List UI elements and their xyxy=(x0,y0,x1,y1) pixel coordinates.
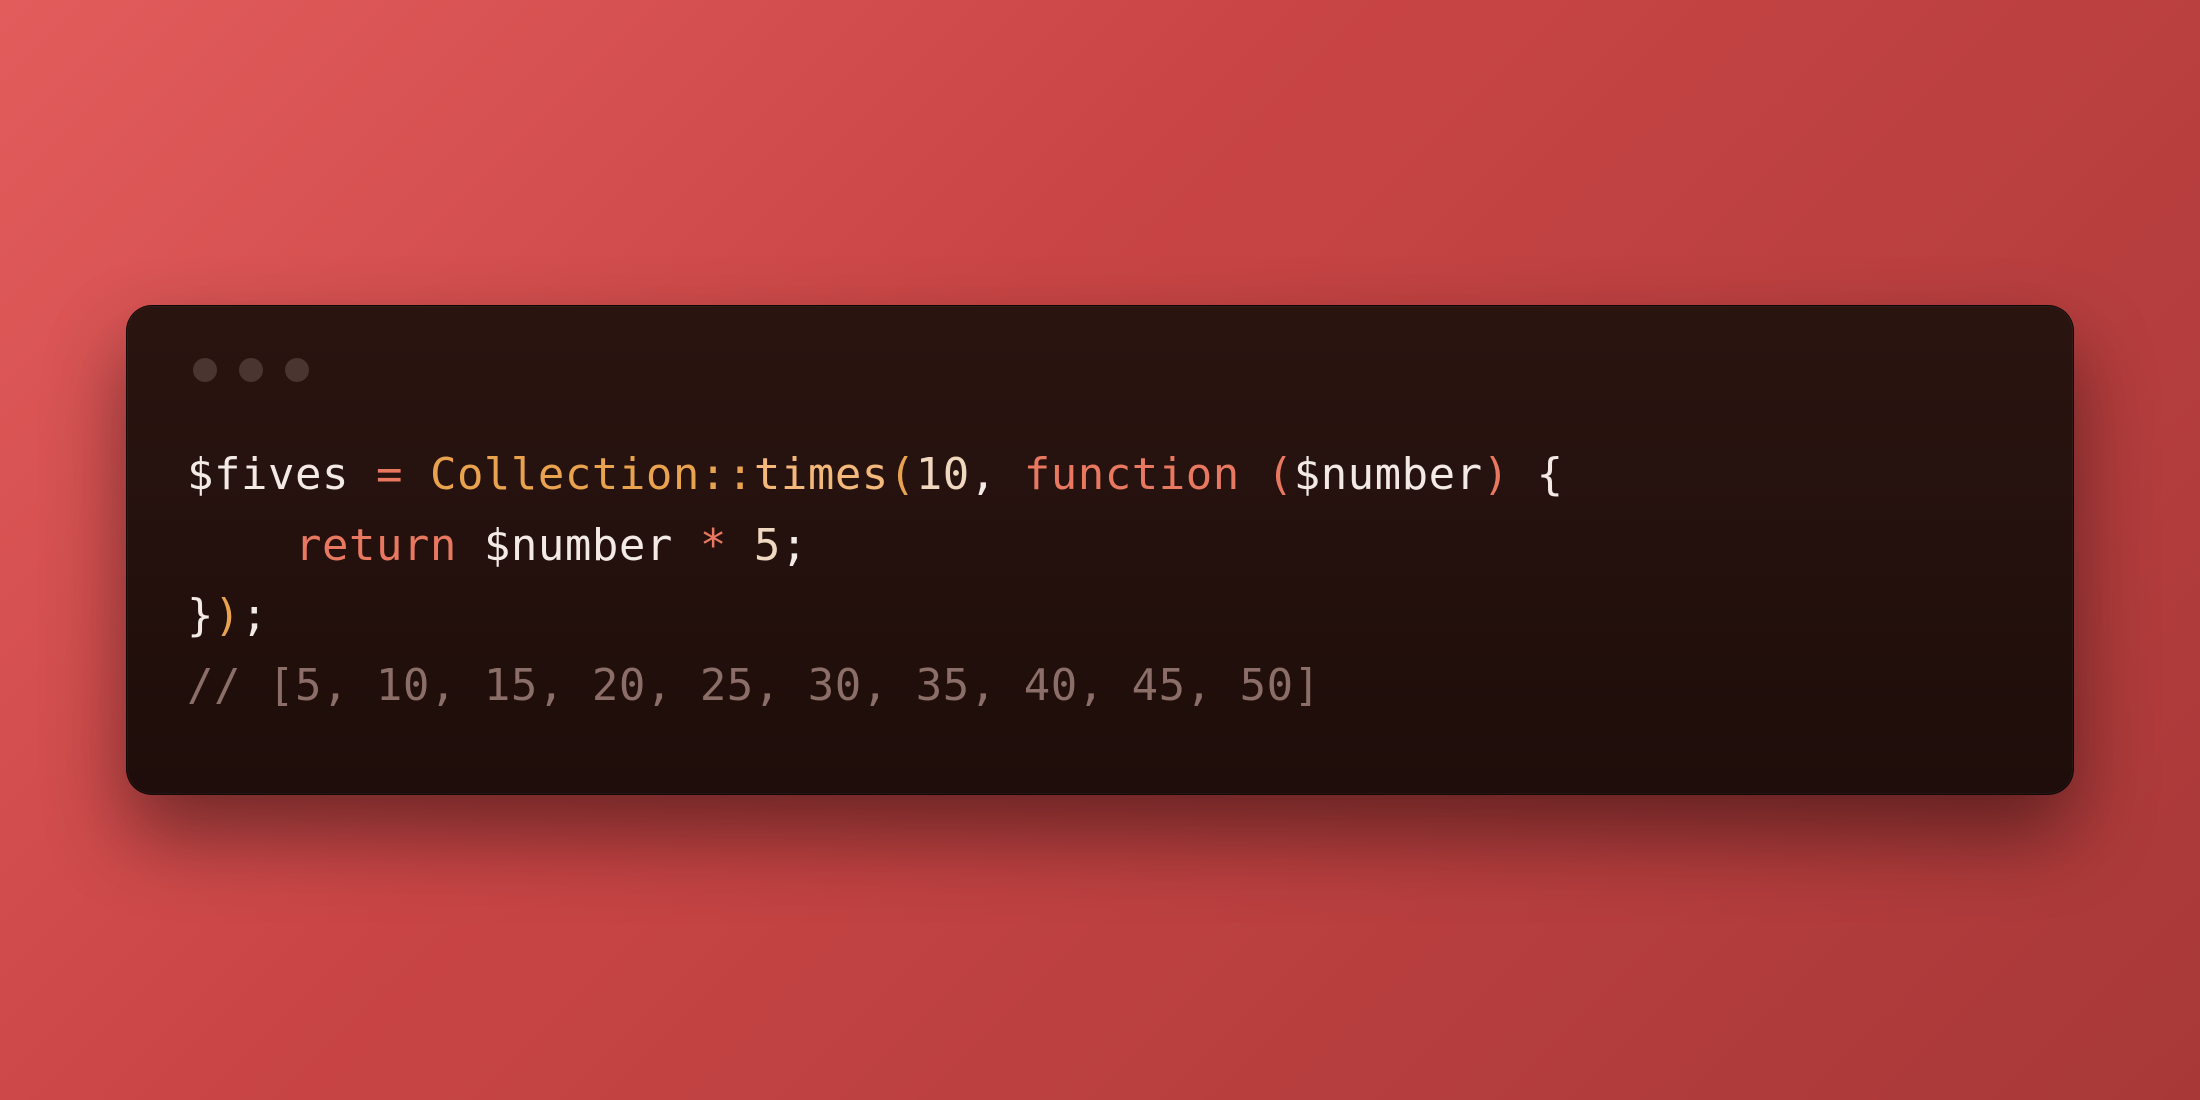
code-block: $fives = Collection::times(10, function … xyxy=(187,440,2013,722)
close-paren-inner: ) xyxy=(1483,449,1510,500)
open-paren: ( xyxy=(889,449,916,500)
double-colon: :: xyxy=(700,449,754,500)
literal-10: 10 xyxy=(916,449,970,500)
traffic-lights xyxy=(187,358,2013,382)
open-brace: { xyxy=(1537,449,1564,500)
variable-number: $number xyxy=(484,520,673,571)
keyword-function: function xyxy=(1024,449,1240,500)
code-line-1: $fives = Collection::times(10, function … xyxy=(187,449,1564,500)
comma: , xyxy=(970,449,997,500)
close-brace: } xyxy=(187,590,214,641)
code-window: $fives = Collection::times(10, function … xyxy=(126,305,2074,795)
literal-5: 5 xyxy=(754,520,781,571)
class-collection: Collection xyxy=(430,449,700,500)
output-comment: // [5, 10, 15, 20, 25, 30, 35, 40, 45, 5… xyxy=(187,660,1321,711)
code-line-3: }); xyxy=(187,590,268,641)
param-number: $number xyxy=(1294,449,1483,500)
keyword-return: return xyxy=(295,520,457,571)
minimize-icon[interactable] xyxy=(239,358,263,382)
semicolon: ; xyxy=(241,590,268,641)
code-line-4: // [5, 10, 15, 20, 25, 30, 35, 40, 45, 5… xyxy=(187,660,1321,711)
method-times: times xyxy=(754,449,889,500)
zoom-icon[interactable] xyxy=(285,358,309,382)
semicolon: ; xyxy=(781,520,808,571)
close-icon[interactable] xyxy=(193,358,217,382)
variable-fives: $fives xyxy=(187,449,349,500)
code-line-2: return $number * 5; xyxy=(187,520,808,571)
open-paren-inner: ( xyxy=(1267,449,1294,500)
star-operator: * xyxy=(700,520,727,571)
equals-operator: = xyxy=(376,449,403,500)
close-paren: ) xyxy=(214,590,241,641)
